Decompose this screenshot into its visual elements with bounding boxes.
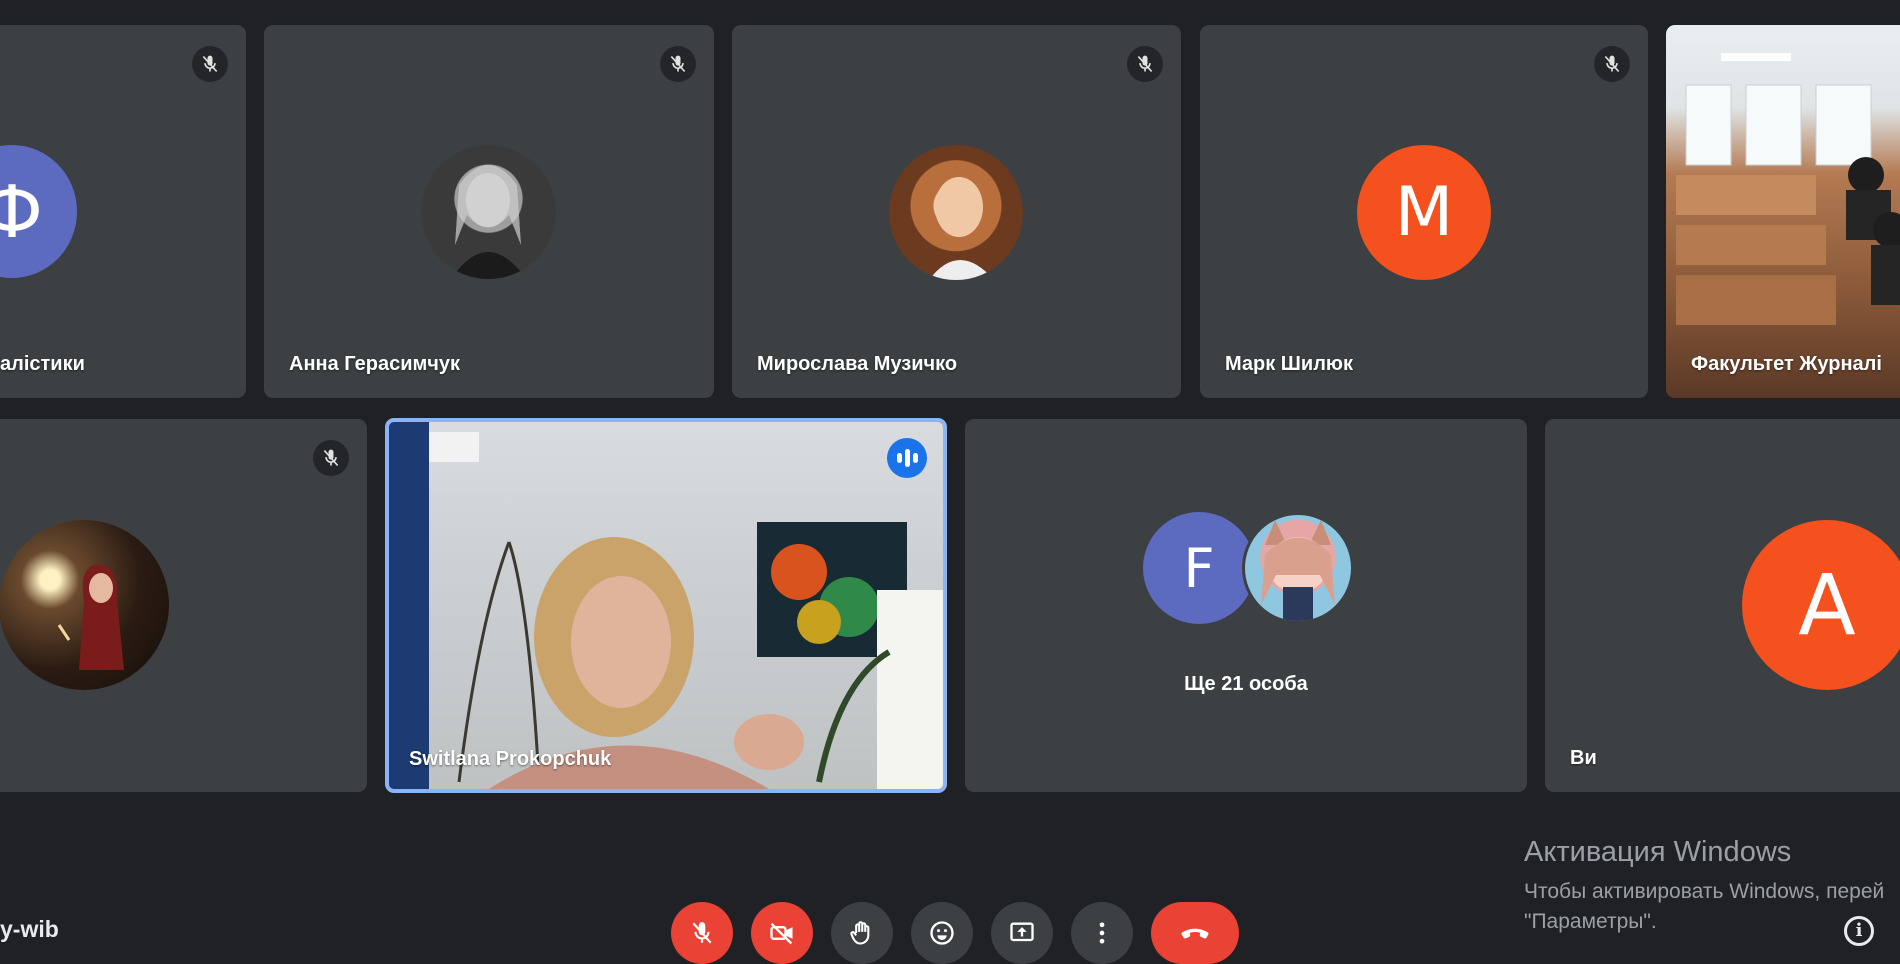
speaking-indicator-icon: [887, 438, 927, 478]
reactions-button[interactable]: [911, 902, 973, 964]
participant-tile[interactable]: Мирослава Музичко: [732, 25, 1181, 398]
avatar: M: [1357, 145, 1491, 280]
participant-tile[interactable]: Ф алістики: [0, 25, 246, 398]
avatar: A: [1742, 520, 1900, 690]
participant-name: Мирослава Музичко: [757, 353, 958, 375]
present-button[interactable]: [991, 902, 1053, 964]
raise-hand-button[interactable]: [831, 902, 893, 964]
camera-off-icon: [770, 922, 793, 945]
participant-tile[interactable]: Факультет Журналі: [1666, 25, 1900, 398]
mic-off-icon: [1127, 46, 1163, 82]
self-tile[interactable]: A Ви: [1545, 419, 1900, 792]
mic-off-icon: [192, 46, 228, 82]
hang-up-icon: [1181, 928, 1209, 939]
mic-off-icon: [1594, 46, 1630, 82]
info-icon: i: [1855, 920, 1863, 941]
more-vert-icon: [1099, 922, 1105, 944]
avatar: [1242, 512, 1354, 624]
video-feed: [389, 422, 943, 789]
others-tile[interactable]: F Ще 21 особа: [965, 419, 1527, 792]
avatar: [421, 145, 556, 279]
others-count-label: Ще 21 особа: [1184, 673, 1308, 695]
participant-name: Ви: [1570, 747, 1597, 769]
emoji-icon: [930, 921, 954, 945]
avatar: [889, 145, 1023, 280]
participant-name: Марк Шилюк: [1225, 353, 1353, 375]
participant-tile[interactable]: Анна Герасимчук: [264, 25, 714, 398]
more-options-button[interactable]: [1071, 902, 1133, 964]
camera-toggle-button[interactable]: [751, 902, 813, 964]
hand-icon: [850, 921, 870, 945]
participant-name: Анна Герасимчук: [289, 353, 461, 375]
windows-activation-title: Активация Windows: [1524, 836, 1792, 868]
participant-name: Факультет Журналі: [1691, 353, 1882, 375]
meeting-details-button[interactable]: i: [1844, 916, 1874, 946]
avatar: Ф: [0, 145, 77, 278]
present-screen-icon: [1010, 922, 1034, 942]
participant-name: алістики: [0, 353, 85, 375]
participant-tile[interactable]: M Марк Шилюк: [1200, 25, 1648, 398]
mic-toggle-button[interactable]: [671, 902, 733, 964]
call-controls: [0, 902, 1900, 964]
participant-tile-active[interactable]: Switlana Prokopchuk: [385, 418, 947, 793]
leave-call-button[interactable]: [1151, 902, 1239, 964]
mic-off-icon: [313, 440, 349, 476]
video-feed: [1666, 25, 1900, 398]
mic-off-icon: [660, 46, 696, 82]
participant-name: Switlana Prokopchuk: [409, 748, 612, 770]
avatar: [0, 520, 169, 690]
participant-tile[interactable]: [0, 419, 367, 792]
mic-off-icon: [692, 922, 712, 944]
avatar: F: [1143, 512, 1255, 624]
